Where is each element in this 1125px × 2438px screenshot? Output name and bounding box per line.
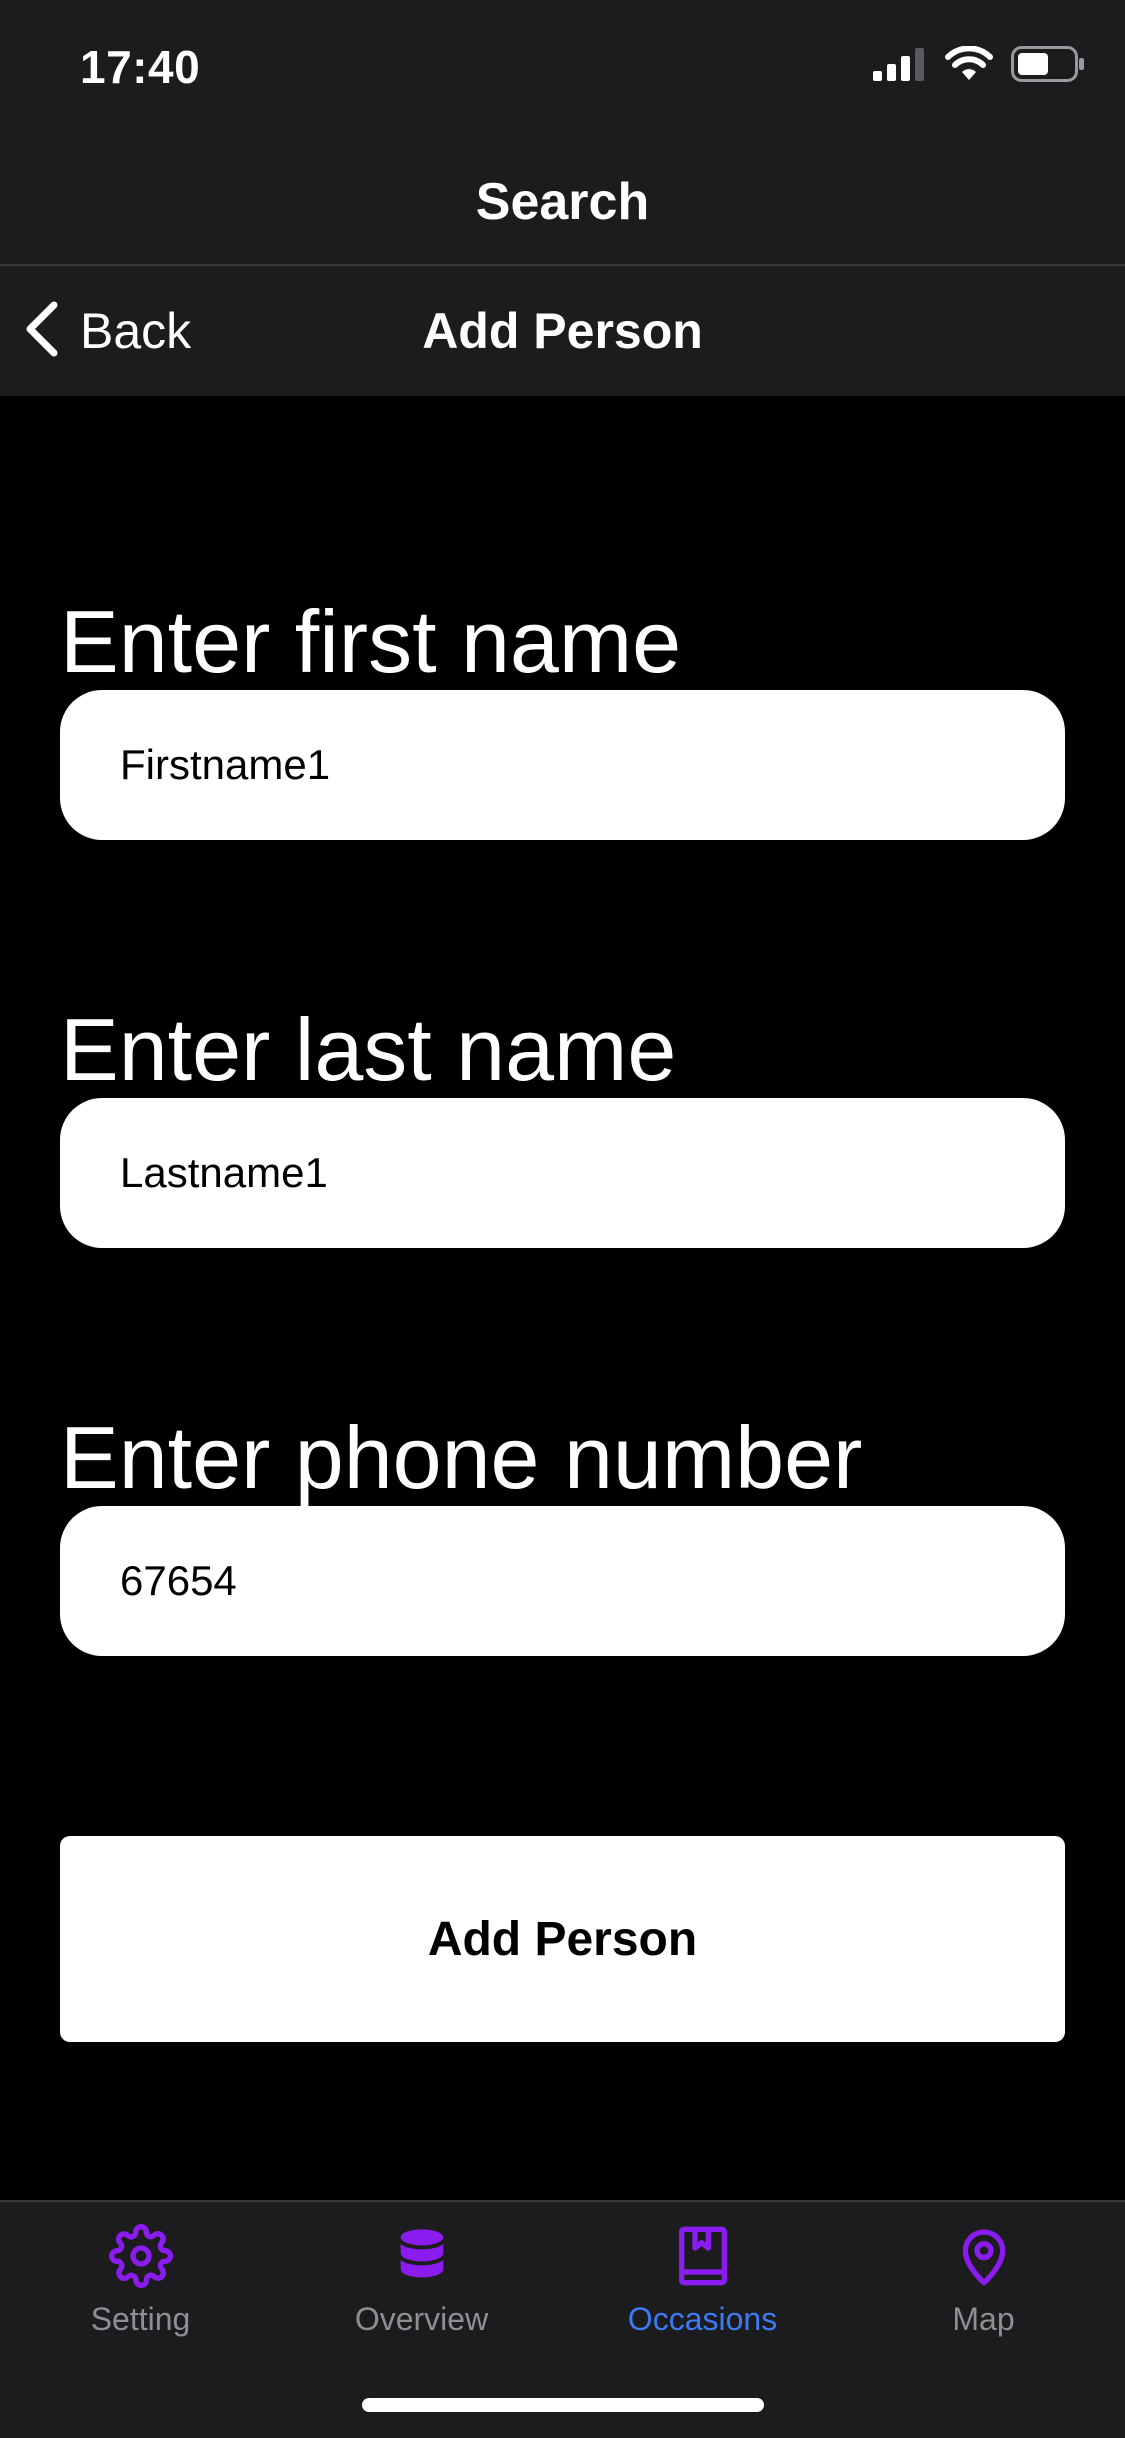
status-icons xyxy=(873,45,1085,87)
tab-occasions[interactable]: Occasions xyxy=(562,2202,843,2362)
back-label: Back xyxy=(80,303,192,359)
chevron-left-icon xyxy=(20,299,64,364)
map-pin-icon xyxy=(952,2224,1016,2293)
battery-icon xyxy=(1011,46,1085,87)
tab-setting[interactable]: Setting xyxy=(0,2202,281,2362)
gear-icon xyxy=(108,2224,173,2293)
home-indicator xyxy=(362,2398,764,2412)
add-person-button[interactable]: Add Person xyxy=(60,1836,1065,2042)
status-bar: 17:40 xyxy=(0,0,1125,140)
wifi-icon xyxy=(945,45,993,87)
database-icon xyxy=(390,2224,454,2293)
tab-label-overview: Overview xyxy=(354,2301,489,2337)
first-name-label: Enter first name xyxy=(60,592,682,691)
phone-number-input[interactable] xyxy=(60,1506,1065,1656)
tab-label-occasions: Occasions xyxy=(627,2301,778,2337)
cellular-signal-icon xyxy=(873,47,927,86)
search-title: Search xyxy=(475,173,650,231)
tab-overview[interactable]: Overview xyxy=(281,2202,562,2362)
status-time: 17:40 xyxy=(80,41,201,93)
bookmark-book-icon xyxy=(671,2224,735,2293)
last-name-input[interactable] xyxy=(60,1098,1065,1248)
navigation-bar: Back Add Person xyxy=(0,266,1125,396)
phone-number-label: Enter phone number xyxy=(60,1408,863,1507)
tab-label-setting: Setting xyxy=(90,2301,191,2337)
tab-map[interactable]: Map xyxy=(843,2202,1124,2362)
back-button[interactable]: Back xyxy=(20,266,191,396)
top-title-bar: Search xyxy=(0,140,1125,266)
last-name-label: Enter last name xyxy=(60,1000,677,1099)
first-name-input[interactable] xyxy=(60,690,1065,840)
tab-label-map: Map xyxy=(952,2301,1015,2337)
